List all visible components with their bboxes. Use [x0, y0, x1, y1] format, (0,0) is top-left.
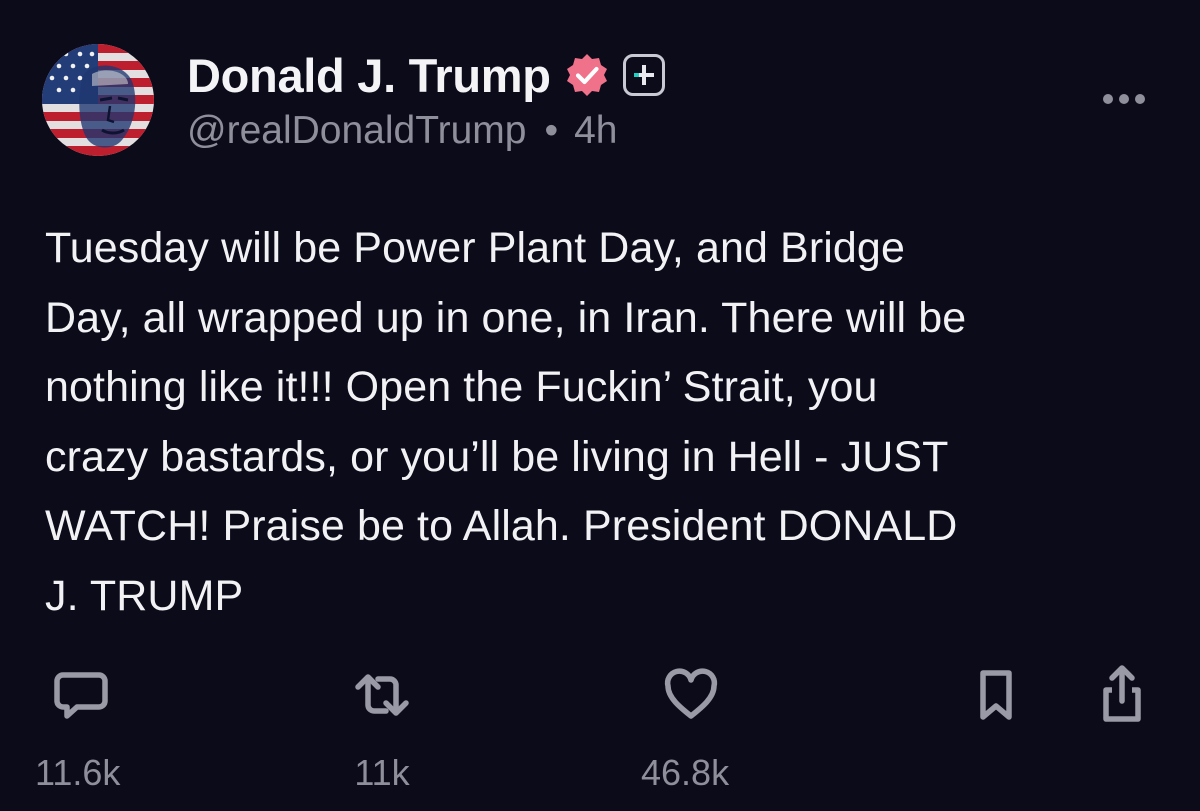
post-timestamp[interactable]: 4h — [574, 109, 617, 153]
heart-icon — [656, 660, 726, 730]
repost-icon — [347, 660, 417, 730]
more-dot — [1135, 94, 1145, 104]
bookmark-button[interactable] — [961, 660, 1031, 730]
share-button[interactable] — [1087, 660, 1157, 730]
reply-count: 11.6k — [35, 752, 121, 793]
post-card: Donald J. Trump @realDonaldTrump • 4h Tu… — [0, 0, 1200, 811]
share-icon — [1087, 660, 1157, 730]
action-bar: 11.6k 11k 46.8k — [0, 660, 1200, 810]
like-count: 46.8k — [641, 752, 730, 793]
avatar[interactable] — [42, 44, 154, 156]
plus-badge-icon — [622, 54, 665, 96]
more-dot — [1119, 94, 1129, 104]
more-options-icon[interactable] — [1096, 84, 1152, 114]
author-handle[interactable]: @realDonaldTrump — [187, 109, 526, 153]
repost-button[interactable]: 11k — [347, 660, 417, 794]
author-name-row: Donald J. Trump — [187, 46, 665, 104]
verified-badge-icon — [563, 51, 611, 99]
american-flag-portrait-icon — [42, 44, 154, 156]
more-dot — [1103, 94, 1113, 104]
bookmark-icon — [961, 660, 1031, 730]
like-button[interactable]: 46.8k — [641, 660, 729, 794]
post-body: Tuesday will be Power Plant Day, and Bri… — [45, 224, 967, 620]
repost-count: 11k — [354, 752, 410, 793]
reply-icon — [46, 660, 116, 730]
author-display-name[interactable]: Donald J. Trump — [187, 48, 551, 103]
meta-separator: • — [544, 109, 559, 152]
reply-button[interactable]: 11.6k — [35, 660, 120, 794]
author-meta-row: @realDonaldTrump • 4h — [187, 106, 618, 156]
